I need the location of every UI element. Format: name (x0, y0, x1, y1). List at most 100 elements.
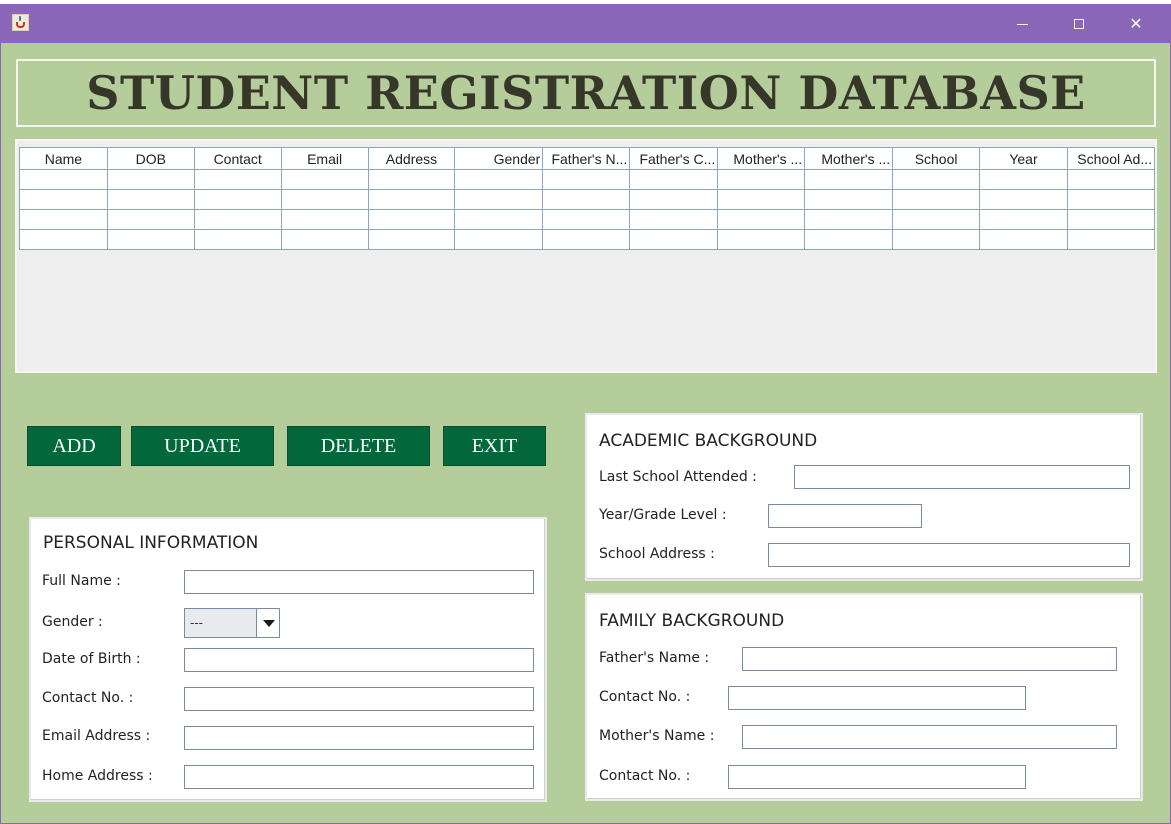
last-school-field[interactable] (794, 465, 1130, 489)
dob-field[interactable] (184, 648, 534, 672)
home-address-field[interactable] (184, 765, 534, 789)
table-cell[interactable] (454, 209, 544, 230)
table-cell[interactable] (717, 189, 806, 210)
table-cell[interactable] (629, 209, 719, 230)
table-row[interactable] (19, 229, 1156, 250)
year-level-field[interactable] (768, 504, 922, 528)
table-cell[interactable] (629, 189, 719, 210)
table-cell[interactable] (454, 169, 544, 190)
add-button[interactable]: ADD (27, 426, 121, 466)
full-name-field[interactable] (184, 570, 534, 594)
table-cell[interactable] (106, 229, 195, 250)
column-header[interactable]: Mother's ... (804, 147, 894, 170)
table-cell[interactable] (193, 189, 282, 210)
table-cell[interactable] (1066, 169, 1156, 190)
table-cell[interactable] (1066, 229, 1156, 250)
table-cell[interactable] (367, 189, 456, 210)
table-cell[interactable] (1066, 209, 1156, 230)
school-address-field[interactable] (768, 543, 1130, 567)
table-body[interactable] (19, 169, 1156, 250)
table-cell[interactable] (280, 189, 369, 210)
table-cell[interactable] (979, 189, 1068, 210)
table-cell[interactable] (280, 169, 369, 190)
table-cell[interactable] (367, 209, 456, 230)
column-header[interactable]: Father's C... (629, 147, 719, 170)
email-label: Email Address : (42, 728, 151, 744)
table-cell[interactable] (193, 209, 282, 230)
table-row[interactable] (19, 209, 1156, 230)
table-cell[interactable] (804, 169, 894, 190)
table-cell[interactable] (19, 229, 108, 250)
table-cell[interactable] (892, 229, 981, 250)
table-cell[interactable] (804, 189, 894, 210)
column-header[interactable]: DOB (106, 147, 195, 170)
table-cell[interactable] (106, 169, 195, 190)
table-cell[interactable] (979, 229, 1068, 250)
column-header[interactable]: Father's N... (542, 147, 631, 170)
mother-contact-field[interactable] (728, 765, 1026, 789)
table-cell[interactable] (804, 229, 894, 250)
column-header[interactable]: School (892, 147, 981, 170)
table-cell[interactable] (542, 189, 631, 210)
family-background-title: FAMILY BACKGROUND (599, 611, 785, 631)
table-cell[interactable] (629, 229, 719, 250)
email-field[interactable] (184, 726, 534, 750)
table-cell[interactable] (804, 209, 894, 230)
table-cell[interactable] (367, 229, 456, 250)
table-cell[interactable] (193, 229, 282, 250)
table-cell[interactable] (280, 229, 369, 250)
table-cell[interactable] (193, 169, 282, 190)
student-table-panel[interactable]: Name DOB Contact Email Address Gender Father's… (15, 139, 1157, 373)
update-button[interactable]: UPDATE (131, 426, 274, 466)
year-level-label: Year/Grade Level : (599, 507, 727, 523)
personal-information-title: PERSONAL INFORMATION (43, 533, 259, 553)
maximize-button[interactable] (1056, 5, 1102, 43)
close-button[interactable]: ✕ (1113, 5, 1159, 43)
title-bar[interactable]: ✕ (1, 5, 1170, 43)
home-address-label: Home Address : (42, 768, 153, 784)
mother-name-field[interactable] (742, 725, 1117, 749)
column-header[interactable]: Gender (454, 147, 544, 170)
column-header[interactable]: School Ad... (1066, 147, 1156, 170)
table-cell[interactable] (629, 169, 719, 190)
father-contact-field[interactable] (728, 686, 1026, 710)
table-cell[interactable] (717, 209, 806, 230)
column-header[interactable]: Year (979, 147, 1068, 170)
gender-select[interactable]: --- (184, 608, 280, 638)
table-cell[interactable] (454, 229, 544, 250)
table-cell[interactable] (106, 189, 195, 210)
table-cell[interactable] (717, 229, 806, 250)
table-cell[interactable] (106, 209, 195, 230)
contact-field[interactable] (184, 687, 534, 711)
dropdown-arrow-button[interactable] (256, 609, 279, 637)
table-cell[interactable] (19, 169, 108, 190)
exit-button[interactable]: EXIT (443, 426, 546, 466)
father-name-field[interactable] (742, 647, 1117, 671)
table-cell[interactable] (1066, 189, 1156, 210)
table-row[interactable] (19, 169, 1156, 190)
table-cell[interactable] (979, 209, 1068, 230)
minimize-button[interactable] (999, 5, 1045, 43)
table-row[interactable] (19, 189, 1156, 210)
table-cell[interactable] (892, 169, 981, 190)
table-cell[interactable] (542, 229, 631, 250)
column-header[interactable]: Contact (193, 147, 282, 170)
table-cell[interactable] (979, 169, 1068, 190)
column-header[interactable]: Email (280, 147, 369, 170)
column-header[interactable]: Name (19, 147, 108, 170)
table-cell[interactable] (19, 189, 108, 210)
delete-button[interactable]: DELETE (287, 426, 430, 466)
table-cell[interactable] (19, 209, 108, 230)
table-cell[interactable] (542, 209, 631, 230)
table-cell[interactable] (542, 169, 631, 190)
table-cell[interactable] (367, 169, 456, 190)
student-table[interactable]: Name DOB Contact Email Address Gender Father's… (19, 147, 1156, 250)
table-cell[interactable] (892, 209, 981, 230)
column-header[interactable]: Mother's ... (717, 147, 806, 170)
contact-label: Contact No. : (42, 690, 134, 706)
column-header[interactable]: Address (367, 147, 456, 170)
table-cell[interactable] (717, 169, 806, 190)
table-cell[interactable] (892, 189, 981, 210)
table-cell[interactable] (280, 209, 369, 230)
table-cell[interactable] (454, 189, 544, 210)
